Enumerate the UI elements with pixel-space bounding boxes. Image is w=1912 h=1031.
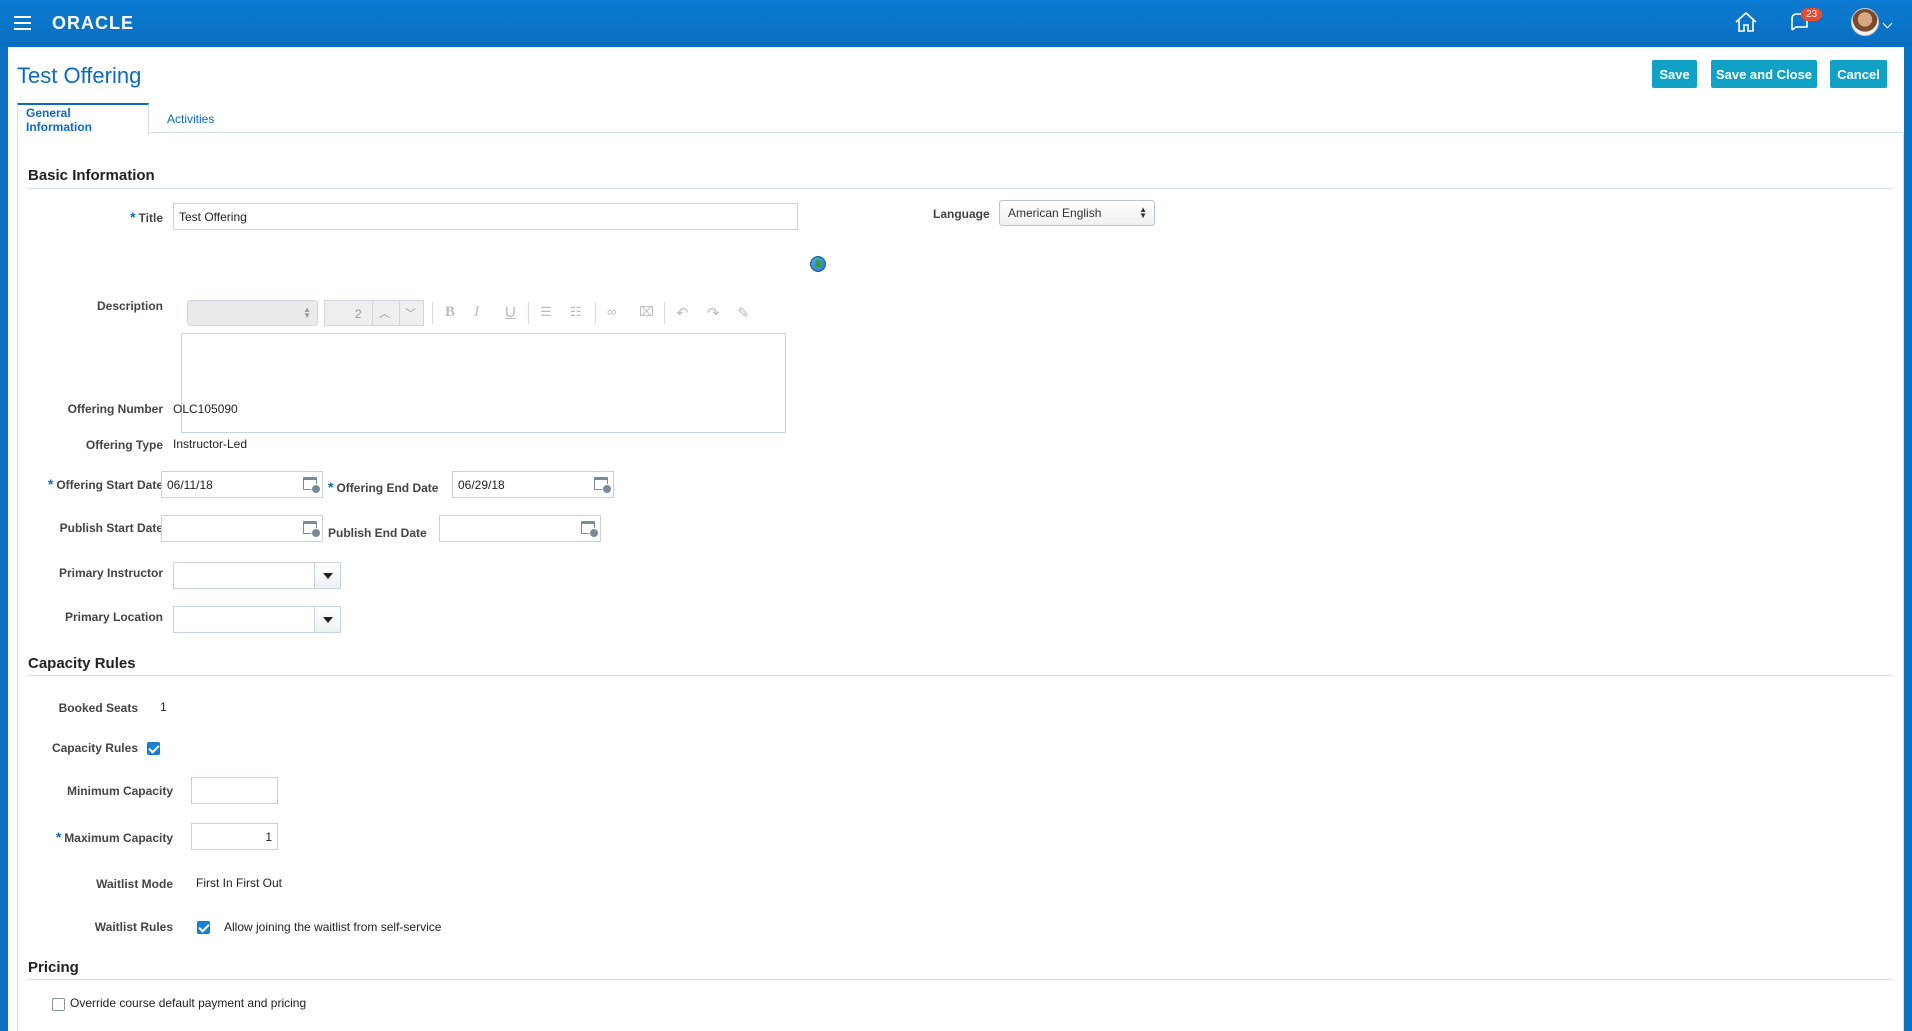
bell-icon[interactable]: 23: [1787, 8, 1823, 38]
description-label: Description: [96, 299, 163, 313]
minimum-capacity-input[interactable]: [191, 777, 278, 804]
link-icon[interactable]: ∞: [607, 304, 616, 319]
tab-activities[interactable]: Activities: [159, 103, 222, 135]
primary-location-label: Primary Location: [64, 610, 163, 624]
booked-seats-label: Booked Seats: [58, 701, 138, 715]
section-divider: [28, 979, 1892, 980]
required-asterisk: *: [47, 476, 54, 492]
section-divider: [28, 188, 1892, 189]
unlink-icon[interactable]: ⌧: [639, 304, 654, 320]
required-asterisk: *: [130, 209, 136, 225]
offering-type-value: Instructor-Led: [173, 437, 248, 451]
font-size-stepper[interactable]: 2 ︿ ﹀: [324, 300, 424, 326]
language-select[interactable]: American English ▲ ▼: [999, 200, 1155, 226]
offering-end-date-input[interactable]: 06/29/18: [452, 471, 614, 498]
booked-seats-value: 1: [160, 700, 167, 714]
chevron-down-icon[interactable]: [1882, 18, 1893, 29]
save-and-close-button[interactable]: Save and Close: [1711, 60, 1817, 88]
dropdown-arrow-icon[interactable]: [314, 563, 340, 588]
waitlist-mode-value: First In First Out: [196, 876, 283, 890]
calendar-icon[interactable]: [594, 477, 612, 494]
maximum-capacity-label: * Maximum Capacity: [55, 829, 173, 845]
capacity-rules-label: Capacity Rules: [51, 741, 138, 755]
dropdown-arrow-icon[interactable]: [314, 607, 340, 632]
italic-icon[interactable]: I: [474, 304, 479, 321]
section-divider: [28, 675, 1892, 676]
waitlist-rules-checkbox[interactable]: [197, 921, 210, 934]
offering-number-label: Offering Number: [67, 402, 163, 416]
required-asterisk: *: [55, 829, 62, 845]
pricing-heading: Pricing: [28, 959, 79, 976]
title-input[interactable]: Test Offering: [173, 203, 798, 230]
waitlist-rules-option-label: Allow joining the waitlist from self-ser…: [224, 920, 442, 934]
underline-icon[interactable]: U: [505, 304, 516, 321]
bold-icon[interactable]: B: [445, 304, 455, 321]
top-bar: ORACLE 23: [0, 0, 1912, 47]
calendar-icon[interactable]: [581, 521, 599, 538]
globe-icon[interactable]: [810, 256, 826, 272]
override-pricing-label: Override course default payment and pric…: [70, 996, 307, 1010]
offering-start-date-label: * Offering Start Date: [47, 476, 163, 492]
select-arrows-icon: ▲ ▼: [1139, 205, 1147, 220]
page-container: Test Offering Save Save and Close Cancel…: [8, 47, 1904, 1031]
offering-end-date-label: * Offering End Date: [328, 479, 439, 495]
title-label: * Title: [130, 209, 163, 225]
font-family-select[interactable]: ▲ ▼: [187, 300, 318, 326]
user-avatar[interactable]: [1851, 8, 1879, 36]
publish-end-date-input[interactable]: [439, 515, 601, 542]
minimum-capacity-label: Minimum Capacity: [66, 784, 173, 798]
notification-count-badge: 23: [1801, 8, 1823, 21]
tab-general-information[interactable]: General Information: [17, 103, 149, 135]
basic-information-heading: Basic Information: [28, 167, 155, 184]
maximum-capacity-input[interactable]: 1: [191, 823, 278, 850]
redo-icon[interactable]: ↷: [707, 304, 720, 322]
save-button[interactable]: Save: [1652, 60, 1697, 88]
cancel-button[interactable]: Cancel: [1830, 60, 1887, 88]
override-pricing-checkbox[interactable]: [52, 998, 65, 1011]
waitlist-rules-label: Waitlist Rules: [94, 920, 173, 934]
home-icon[interactable]: [1733, 10, 1761, 38]
publish-end-date-label: Publish End Date: [328, 526, 427, 540]
capacity-rules-heading: Capacity Rules: [28, 655, 136, 672]
description-textarea[interactable]: [181, 333, 786, 433]
numbered-list-icon[interactable]: ☷: [570, 304, 582, 320]
capacity-rules-checkbox[interactable]: [147, 742, 160, 755]
offering-number-value: OLC105090: [173, 402, 238, 416]
offering-start-date-input[interactable]: 06/11/18: [161, 471, 323, 498]
offering-type-label: Offering Type: [85, 438, 163, 452]
required-asterisk: *: [328, 479, 334, 495]
calendar-icon[interactable]: [303, 477, 321, 494]
calendar-icon[interactable]: [303, 521, 321, 538]
bullet-list-icon[interactable]: ☰: [540, 304, 552, 320]
clear-format-icon[interactable]: ✎: [737, 304, 750, 322]
language-label: Language: [933, 207, 990, 221]
publish-start-date-input[interactable]: [161, 515, 323, 542]
hamburger-menu-icon[interactable]: [14, 16, 31, 30]
waitlist-mode-label: Waitlist Mode: [96, 877, 173, 891]
undo-icon[interactable]: ↶: [676, 304, 689, 322]
tab-bar: General Information Activities: [17, 103, 1904, 135]
decrease-icon[interactable]: ﹀: [405, 305, 416, 321]
increase-icon[interactable]: ︿: [379, 305, 390, 321]
page-title: Test Offering: [17, 63, 142, 88]
primary-location-combobox[interactable]: [173, 606, 341, 633]
primary-instructor-label: Primary Instructor: [58, 566, 163, 580]
publish-start-date-label: Publish Start Date: [59, 521, 163, 535]
primary-instructor-combobox[interactable]: [173, 562, 341, 589]
oracle-logo: ORACLE: [52, 13, 134, 33]
